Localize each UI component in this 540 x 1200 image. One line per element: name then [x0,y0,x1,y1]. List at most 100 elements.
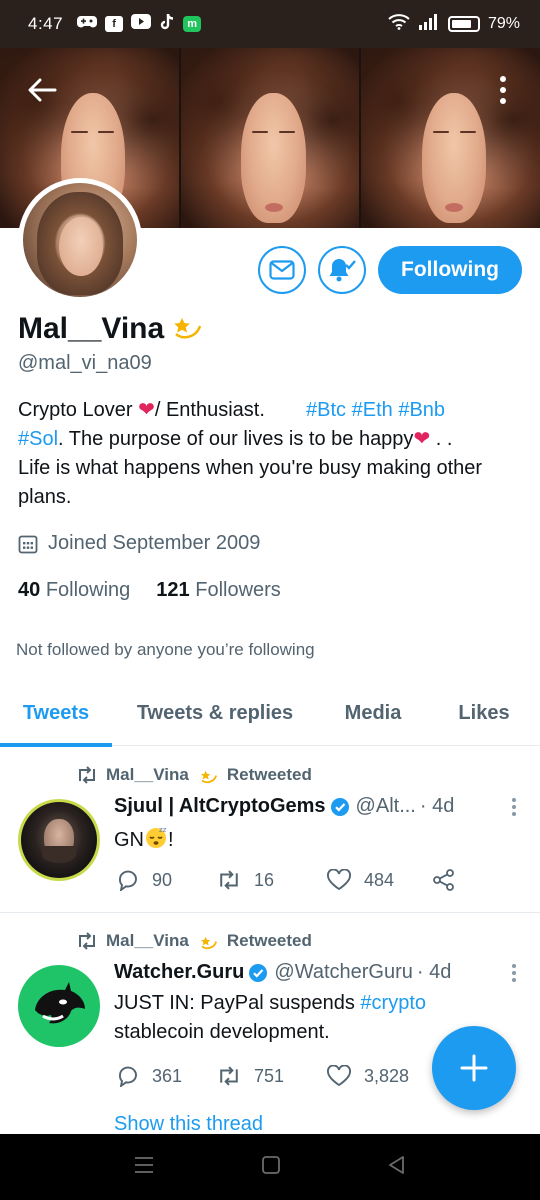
retweet-button[interactable]: 751 [216,1066,326,1087]
reply-icon [119,1066,137,1087]
back-button[interactable] [22,74,62,106]
back-arrow-icon [28,78,57,102]
compose-tweet-button[interactable] [432,1026,516,1110]
hashtag-link[interactable]: #crypto [360,992,426,1014]
svg-text:zz: zz [159,826,167,834]
verified-badge-icon [330,797,350,817]
tab-tweets[interactable]: Tweets [0,680,112,747]
tweet-actions: 90 16 484 [116,869,456,891]
bio-text: . The purpose of our lives is to be happ… [58,428,414,450]
retweet-indicator: Mal__Vina Retweeted [76,765,312,785]
hashtag-link[interactable]: #Sol [18,428,58,450]
following-count-link[interactable]: 40 Following [18,579,130,602]
tweet-item[interactable]: Mal__Vina Retweeted Sjuul | AltCryptoGem… [0,747,540,913]
battery-percent: 79% [487,15,520,32]
reply-button[interactable]: 90 [116,869,216,891]
home-button[interactable] [261,1155,281,1180]
heart-icon [327,1065,351,1087]
facebook-icon: f [105,16,124,32]
tweet-more-button[interactable] [508,797,520,816]
tab-tweets-replies[interactable]: Tweets & replies [112,680,318,746]
retweeter-name: Mal__Vina [106,931,189,950]
triangle-back-icon [389,1155,404,1174]
reply-button[interactable]: 361 [116,1065,216,1087]
like-button[interactable]: 3,828 [326,1065,432,1087]
back-nav-button[interactable] [387,1155,407,1180]
tweet-text-body: ! [168,829,174,851]
tweet-text-body: GN [114,829,144,851]
hashtag-link[interactable]: #Eth [352,399,393,421]
heart-icon [327,869,351,891]
battery-level-fill [451,20,471,28]
like-count: 3,828 [364,1065,410,1086]
retweet-button[interactable]: 16 [216,870,326,891]
reply-count: 90 [152,869,173,890]
followers-label: Followers [195,579,281,601]
youtube-icon [131,14,152,34]
dizzy-star-emoji-icon [200,936,217,950]
bio-text: . . [430,428,453,450]
retweet-indicator: Mal__Vina Retweeted [76,931,312,951]
tweet-author-name[interactable]: Sjuul | AltCryptoGems [114,795,326,818]
tab-media[interactable]: Media [318,680,428,746]
tweet-header: Watcher.Guru @WatcherGuru · 4d [114,961,520,984]
retweet-count: 751 [254,1065,285,1086]
retweet-icon [79,766,95,784]
tweet-header: Sjuul | AltCryptoGems @Alt... · 4d [114,795,520,818]
not-followed-notice: Not followed by anyone you’re following [16,640,315,659]
hashtag-link[interactable]: #Bnb [398,399,445,421]
like-button[interactable]: 484 [326,869,432,891]
message-button[interactable] [258,246,306,294]
system-navigation-bar [0,1134,540,1200]
m-app-icon: m [183,16,202,32]
followers-count-link[interactable]: 121 Followers [156,579,281,602]
retweet-icon [79,932,95,950]
retweeted-label: Retweeted [226,765,312,784]
tweet-actions: 361 751 3,828 [116,1065,432,1087]
tweet-time: · 4d [416,961,452,983]
profile-avatar[interactable] [18,178,142,302]
more-options-button[interactable] [488,72,518,108]
profile-bio: Crypto Lover ❤/ Enthusiast. #Btc #Eth #B… [18,396,518,512]
menu-lines-icon [135,1156,153,1173]
recent-apps-button[interactable] [133,1156,155,1179]
bio-text: Life is what happens when you're busy ma… [18,457,483,508]
tiktok-icon [159,13,175,36]
tweet-time: · 4d [419,795,455,817]
profile-handle: @mal_vi_na09 [18,352,152,374]
dizzy-star-emoji-icon [200,770,217,784]
tweet-author-avatar[interactable] [18,799,100,881]
following-button[interactable]: Following [378,246,522,294]
reply-count: 361 [152,1065,183,1086]
bio-text: / Enthusiast. [154,399,265,421]
calendar-icon [18,535,38,553]
heart-emoji-icon: ❤ [413,428,431,450]
share-button[interactable] [432,869,456,891]
plus-icon [460,1054,488,1082]
wifi-icon [388,13,410,35]
profile-name-row: Mal__Vina [18,308,204,350]
tab-likes[interactable]: Likes [428,680,540,746]
battery-icon [447,16,480,32]
bio-text: Crypto Lover [18,399,139,421]
mail-icon [269,260,295,280]
bell-check-icon [329,259,356,282]
show-thread-link[interactable]: Show this thread [114,1113,263,1136]
following-count: 40 [18,579,41,601]
orca-logo-icon [35,982,85,1024]
like-count: 484 [364,869,395,890]
tweet-text-body: JUST IN: PayPal suspends [114,992,361,1014]
sleeping-face-emoji-icon: zz [144,825,168,858]
reply-icon [119,870,137,891]
tweet-author-avatar[interactable] [18,965,100,1047]
tweet-author-name[interactable]: Watcher.Guru [114,961,244,984]
status-app-icons: f m [77,13,202,36]
status-time: 4:47 [28,14,64,33]
joined-text: Joined September 2009 [48,532,261,554]
tweet-text: GN zz! [114,825,514,858]
hashtag-link[interactable]: #Btc [306,399,346,421]
tweet-more-button[interactable] [508,963,520,982]
heart-emoji-icon: ❤ [138,399,155,421]
notifications-button[interactable] [318,246,366,294]
dizzy-star-emoji-icon [168,308,204,350]
